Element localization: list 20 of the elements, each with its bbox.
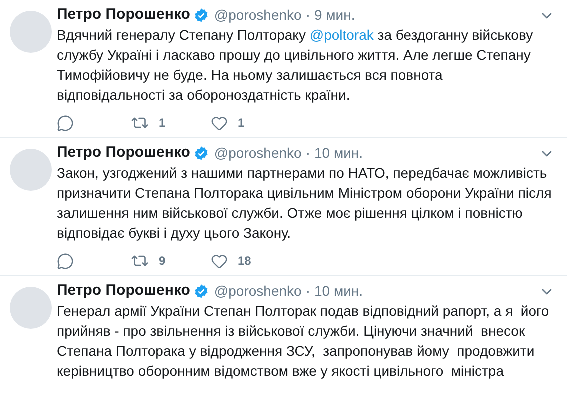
tweet-time[interactable]: 10 мин. (314, 281, 364, 302)
separator-dot: · (306, 282, 310, 301)
tweet-text: Генерал армії України Степан Полторак подав відповідний рапорт, а я його прийняв - про звільнення із військової служби. Цінуючи значний внесок Степана Полторака у відродження ЗСУ, запропонував йому продовжити керівництво оборонним відомством вже у якості цивільного міністра (57, 302, 550, 381)
author-handle[interactable]: @poroshenko (214, 5, 302, 26)
like-count: 18 (238, 253, 252, 270)
author-name[interactable]: Петро Порошенко (57, 4, 190, 27)
retweet-count: 1 (159, 115, 166, 132)
separator-dot: · (306, 6, 310, 25)
author-name[interactable]: Петро Порошенко (57, 142, 190, 165)
tweet-time[interactable]: 10 мин. (314, 143, 364, 164)
author-handle[interactable]: @poroshenko (214, 281, 302, 302)
author-handle[interactable]: @poroshenko (214, 143, 302, 164)
tweet-text: Закон, узгоджений з нашими партнерами по НАТО, передбачає можливість призначити Степана Полторака цивільним Міністром оборони України після залишення ним військової служби. Отже моє рішення цілком і повністю відповідає букві і духу цього Закону. (57, 164, 553, 243)
tweet-text: Вдячний генералу Степану Полтораку @poltorak за бездоганну військову службу Україні і ласкаво прошу до цивільного життя. Але легше Степану Тимофійовичу не буде. На ньому залишається вся повнота відповідальності за обороноздатність країни. (57, 26, 534, 105)
like-count: 1 (238, 115, 245, 132)
tweet-time[interactable]: 9 мин. (314, 5, 356, 26)
separator-dot: · (306, 144, 310, 163)
retweet-count: 9 (159, 253, 166, 270)
mention-link[interactable]: @poltorak (310, 27, 374, 43)
author-name[interactable]: Петро Порошенко (57, 280, 190, 303)
